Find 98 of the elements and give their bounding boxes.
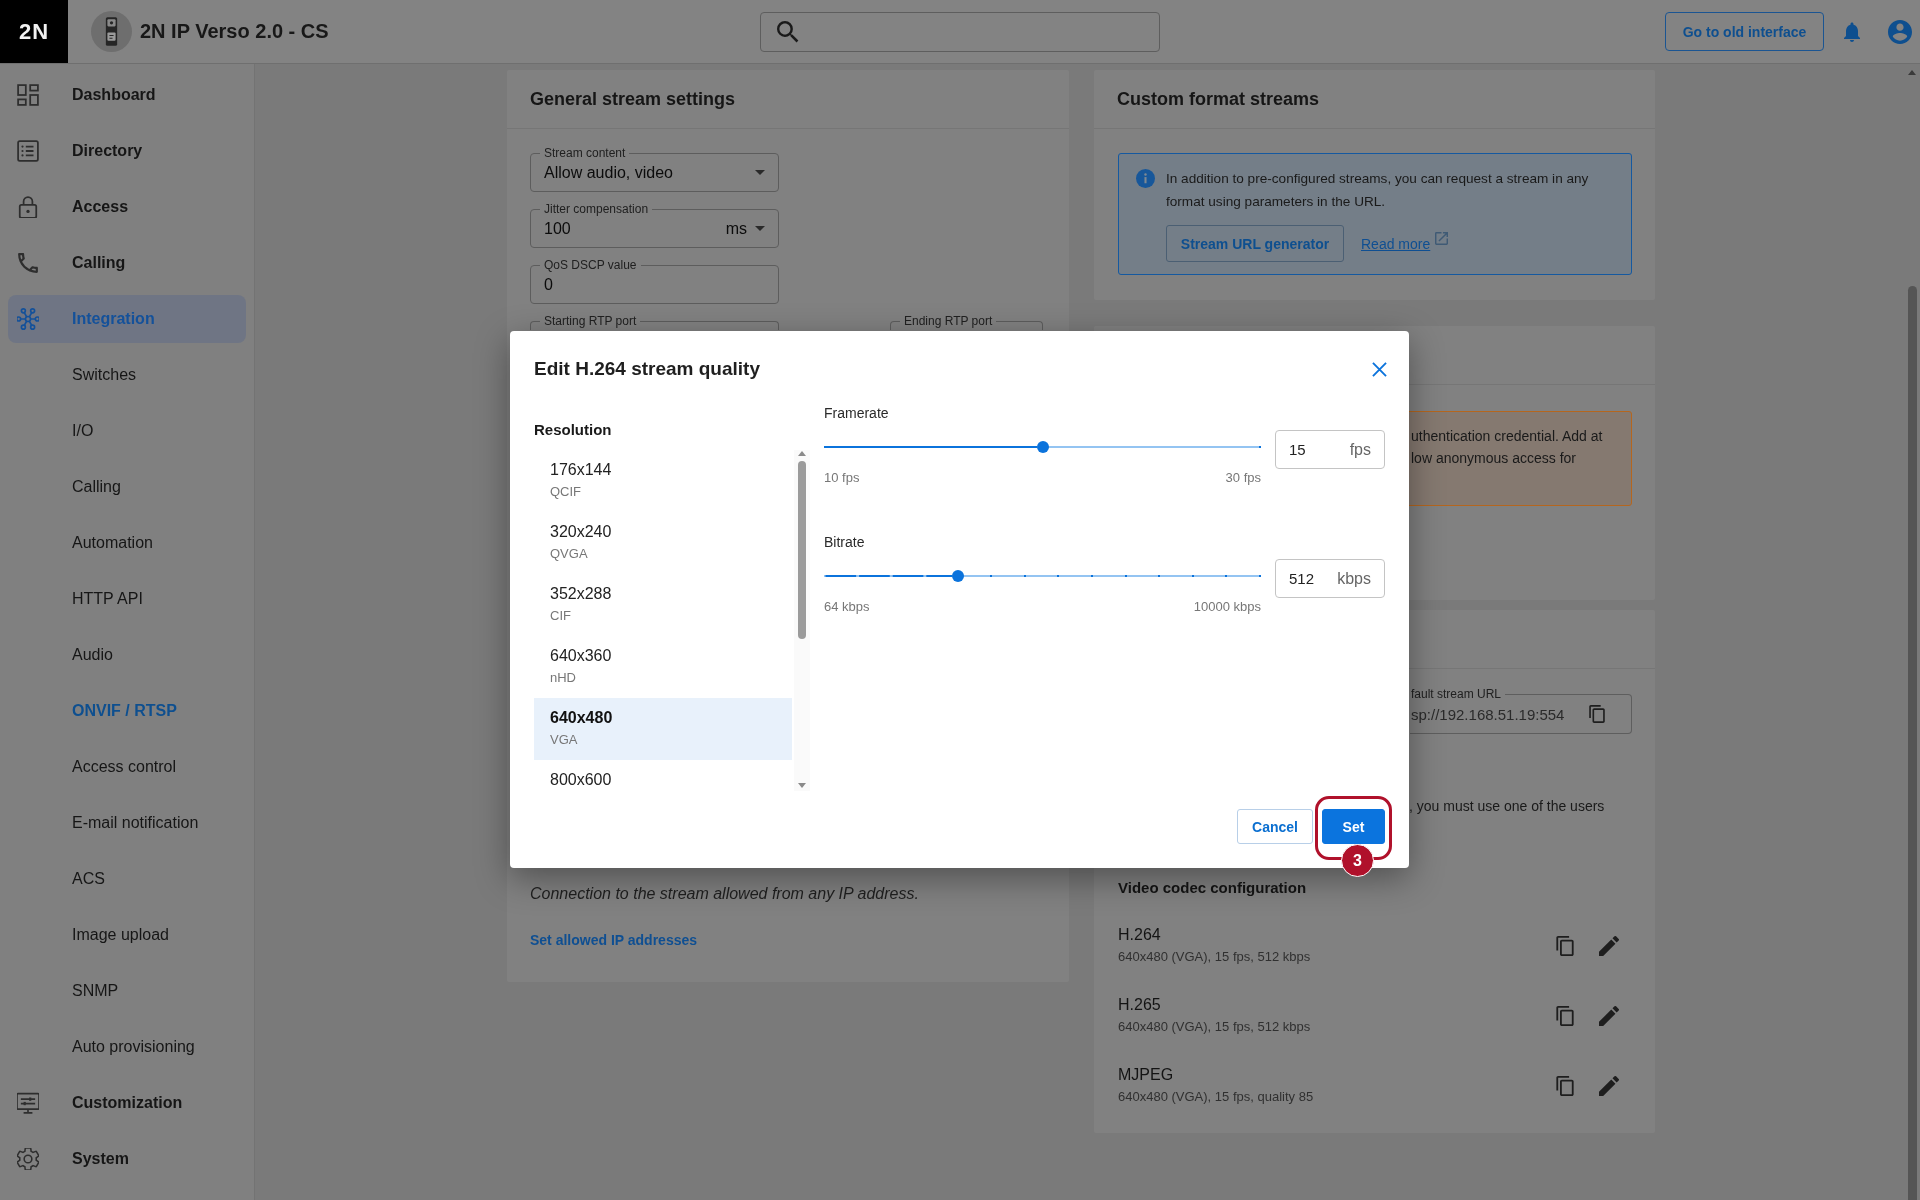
external-link-icon [1435, 232, 1449, 245]
codec-details: 640x480 (VGA), 15 fps, quality 85 [1118, 1088, 1314, 1106]
scroll-down-arrow-icon[interactable] [798, 783, 806, 788]
codec-name: H.264 [1118, 925, 1161, 945]
nav-item[interactable]: Audio [8, 631, 246, 679]
scrollbar-thumb[interactable] [1907, 286, 1917, 1200]
field-value: 15 [1289, 441, 1307, 458]
nav-item[interactable]: Switches [8, 351, 246, 399]
info-text: In addition to pre-configured streams, you can request a stream in any format using parameters in the URL. [1166, 170, 1590, 211]
nav-item[interactable]: Automation [8, 519, 246, 567]
section-label: Resolution [534, 420, 612, 440]
slider-track[interactable] [824, 441, 1261, 453]
scroll-up-arrow-icon[interactable] [798, 451, 806, 456]
slider-thumb[interactable] [952, 570, 965, 582]
codec-name: MJPEG [1118, 1065, 1174, 1085]
number-field[interactable]: 15 fps [1275, 430, 1385, 469]
close-icon [1371, 361, 1387, 377]
lock-icon [17, 196, 39, 218]
slider-label: Framerate [824, 404, 889, 422]
nav-item[interactable]: E-mail notification [8, 799, 246, 847]
number-field[interactable]: 512 kbps [1275, 559, 1385, 598]
copy-icon[interactable] [1588, 705, 1606, 723]
slider-track[interactable] [824, 570, 1261, 582]
monitor-icon [17, 1092, 39, 1114]
pencil-icon[interactable] [1599, 1075, 1619, 1096]
field-value: Allow audio, video [544, 163, 674, 182]
resolution-option[interactable]: 320x240 QVGA [534, 512, 792, 574]
slider-label: Bitrate [824, 533, 865, 551]
pencil-icon[interactable] [1599, 1005, 1619, 1026]
network-icon [17, 308, 39, 330]
nav-item[interactable]: Directory [8, 127, 246, 175]
nav-item[interactable]: System [8, 1135, 246, 1183]
unit-label: ms [725, 219, 747, 238]
unit-label: kbps [1337, 569, 1371, 588]
field-value: 0 [544, 275, 554, 294]
card-title: General stream settings [530, 88, 736, 110]
cancel-button[interactable]: Cancel [1237, 809, 1313, 844]
caret-icon [755, 170, 765, 175]
codec-details: 640x480 (VGA), 15 fps, 512 kbps [1118, 1018, 1311, 1036]
range-max-label: 30 fps [1225, 470, 1261, 486]
nav-item[interactable]: Image upload [8, 911, 246, 959]
dialog-title: Edit H.264 stream quality [534, 357, 760, 381]
scrollbar-thumb[interactable] [798, 461, 806, 639]
nav-item[interactable]: Calling [8, 239, 246, 287]
nav-item[interactable]: Calling [8, 463, 246, 511]
field-label: Jitter compensation [540, 202, 653, 216]
nav-item[interactable]: Auto provisioning [8, 1023, 246, 1071]
resolution-option[interactable]: 800x600 [534, 760, 792, 790]
nav-item[interactable]: HTTP API [8, 575, 246, 623]
field-value: sp://192.168.51.19:554 [1411, 705, 1566, 723]
copy-icon[interactable] [1555, 935, 1575, 956]
nav-item[interactable]: ACS [8, 855, 246, 903]
nav-item[interactable]: SNMP [8, 967, 246, 1015]
field-label: fault stream URL [1410, 687, 1506, 701]
resolution-option[interactable]: 640x360 nHD [534, 636, 792, 698]
section-title: Video codec configuration [1118, 878, 1307, 898]
field-label: Starting RTP port [540, 314, 641, 328]
search-field[interactable] [760, 11, 1160, 52]
copy-icon[interactable] [1555, 1075, 1575, 1096]
field-label: Stream content [540, 146, 630, 160]
resolution-option[interactable]: 176x144 QCIF [534, 450, 792, 512]
nav-item[interactable]: Customization [8, 1079, 246, 1127]
users-note: , you must use one of the users [1409, 797, 1605, 816]
unit-label: fps [1349, 440, 1371, 459]
codec-details: 640x480 (VGA), 15 fps, 512 kbps [1118, 948, 1311, 966]
warning-text: uthentication credential. Add at [1411, 427, 1603, 446]
range-max-label: 10000 kbps [1193, 599, 1261, 615]
resolution-option[interactable]: 352x288 CIF [534, 574, 792, 636]
set-button[interactable]: Set [1322, 809, 1385, 844]
brand-logo: 2N [0, 0, 68, 63]
caret-icon [755, 226, 765, 231]
list-icon [17, 140, 39, 162]
field-label: QoS DSCP value [540, 258, 641, 272]
pencil-icon[interactable] [1599, 935, 1619, 956]
card-title: Custom format streams [1117, 88, 1320, 110]
nav-item[interactable]: Access [8, 183, 246, 231]
nav-item[interactable]: Dashboard [8, 71, 246, 119]
phone-icon [17, 252, 39, 274]
nav-item[interactable]: I/O [8, 407, 246, 455]
resolution-option[interactable]: 640x480 VGA [534, 698, 792, 760]
codec-name: H.265 [1118, 995, 1161, 1015]
range-min-label: 10 fps [824, 470, 860, 486]
field-label: Ending RTP port [900, 314, 997, 328]
range-min-label: 64 kbps [824, 599, 870, 615]
gear-icon [17, 1148, 39, 1170]
app-title: 2N IP Verso 2.0 - CS [140, 20, 329, 43]
copy-icon[interactable] [1555, 1005, 1575, 1026]
scroll-up-arrow-icon[interactable] [1908, 70, 1916, 75]
slider-thumb[interactable] [1036, 441, 1049, 453]
search-icon [777, 20, 799, 43]
field-value: 512 [1289, 570, 1316, 587]
grid-icon [17, 84, 39, 106]
warning-text: low anonymous access for [1411, 449, 1576, 468]
device-icon [91, 11, 132, 52]
ip-note: Connection to the stream allowed from any IP address. [530, 884, 919, 904]
info-icon [1136, 169, 1155, 188]
nav-item[interactable]: Access control [8, 743, 246, 791]
field-value: 100 [544, 219, 572, 238]
